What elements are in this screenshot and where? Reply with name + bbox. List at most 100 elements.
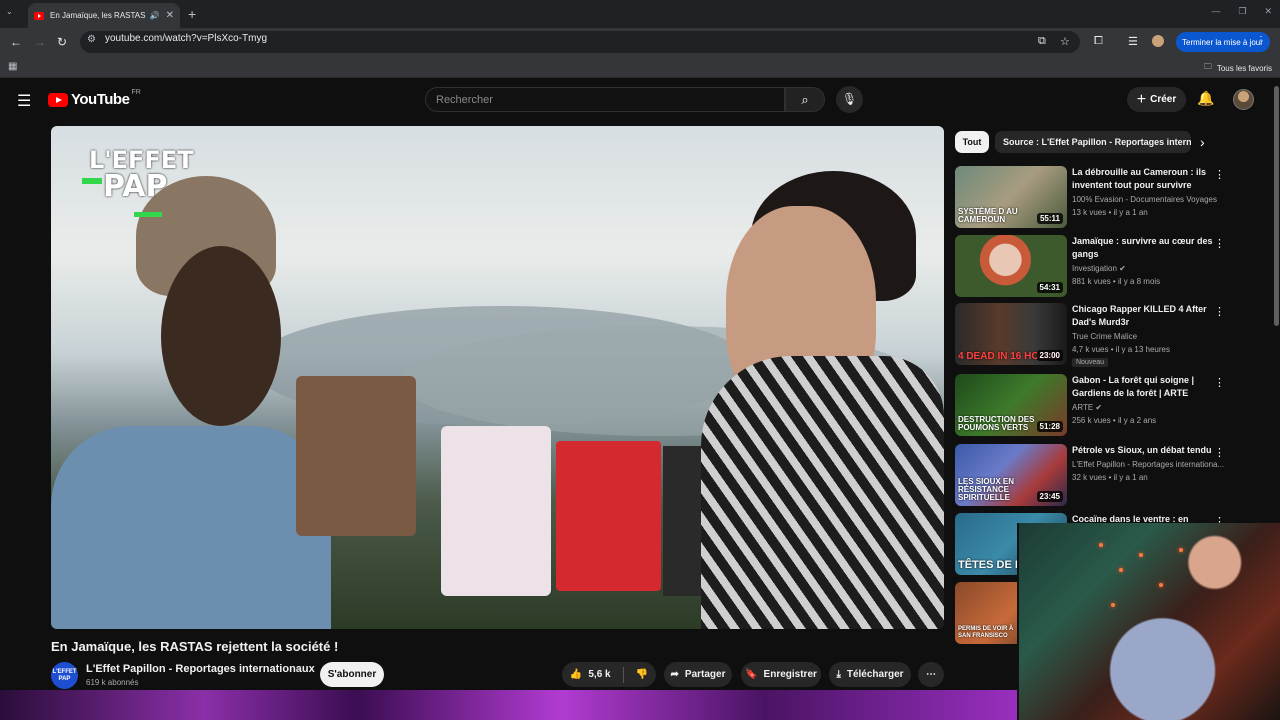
recommendation-title[interactable]: Chicago Rapper KILLED 4 After Dad's Murd… [1072, 303, 1222, 329]
minimize-icon[interactable]: — [1211, 6, 1220, 17]
download-icon: ⤓ [836, 669, 841, 680]
all-bookmarks-label: Tous les favoris [1216, 63, 1272, 73]
subscribe-button[interactable]: S'abonner [320, 662, 384, 687]
youtube-play-logo-icon [48, 92, 68, 107]
cast-icon[interactable]: ⧉ [1038, 35, 1046, 48]
browser-tab[interactable]: En Jamaïque, les RASTAS rejettent la soc… [28, 3, 180, 28]
webcam-overlay [1017, 523, 1280, 720]
hamburger-menu-icon[interactable]: ☰ [17, 91, 31, 111]
search-input[interactable]: Rechercher [425, 87, 785, 112]
save-button[interactable]: 🔖 Enregistrer [741, 662, 821, 687]
like-divider [622, 666, 624, 683]
forward-icon[interactable]: → [34, 35, 46, 49]
recommendation-item[interactable]: DESTRUCTION DES POUMONS VERTS 51:28 Gabo… [955, 374, 1265, 436]
more-actions-button[interactable]: ⋯ [918, 662, 944, 687]
create-button[interactable]: + Créer [1127, 87, 1186, 112]
share-button[interactable]: ➦ Partager [664, 662, 732, 687]
recommendation-channel[interactable]: L'Effet Papillon - Reportages internatio… [1072, 460, 1227, 469]
bookmark-icon: 🔖 [745, 669, 758, 680]
recommendation-item[interactable]: SYSTÈME D AU CAMEROUN 55:11 La débrouill… [955, 166, 1265, 228]
chevron-right-icon[interactable]: › [1200, 134, 1205, 150]
tab-title: En Jamaïque, les RASTAS rejettent la soc… [50, 11, 146, 20]
tab-search-chevron-icon[interactable]: ⌄ [6, 7, 13, 16]
new-tab-plus-icon[interactable]: + [188, 6, 196, 22]
video-title: En Jamaïque, les RASTAS rejettent la soc… [51, 639, 339, 654]
url-text[interactable]: youtube.com/watch?v=PlsXco-Tmyg [105, 33, 267, 44]
recommendation-title[interactable]: Pétrole vs Sioux, un débat tendu [1072, 444, 1222, 457]
download-label: Télécharger [846, 669, 904, 680]
more-options-icon[interactable]: ⋮ [1214, 168, 1225, 181]
like-button[interactable]: 👍 5,6 k [570, 669, 611, 680]
hanging-cloth-brown [296, 376, 416, 536]
video-player[interactable]: L'EFFET PAP [51, 126, 944, 629]
like-count: 5,6 k [588, 669, 611, 680]
channel-watermark: L'EFFET PAP [82, 148, 194, 217]
update-label: Terminer la mise à jour [1182, 37, 1263, 47]
search-button[interactable]: ⌕ [785, 87, 825, 112]
create-label: Créer [1150, 94, 1177, 105]
recommendation-item[interactable]: LES SIOUX EN RÉSISTANCE SPIRITUELLE 23:4… [955, 444, 1265, 506]
dislike-button[interactable]: 👎 [636, 669, 648, 680]
more-options-icon[interactable]: ⋮ [1214, 305, 1225, 318]
apps-grid-icon[interactable]: ▦ [8, 61, 17, 72]
maximize-icon[interactable]: ❐ [1238, 6, 1246, 17]
extensions-icon[interactable]: ⧠ [1094, 35, 1103, 48]
recommendation-channel[interactable]: True Crime Malice [1072, 332, 1227, 341]
profile-avatar-icon[interactable] [1152, 35, 1164, 47]
more-options-icon[interactable]: ⋮ [1214, 376, 1225, 389]
recommendation-meta: 13 k vues • il y a 1 an [1072, 208, 1148, 217]
recommendation-meta: 881 k vues • il y a 8 mois [1072, 277, 1161, 286]
all-bookmarks-folder[interactable]: 🗀 Tous les favoris [1204, 61, 1272, 75]
bookmark-star-icon[interactable]: ☆ [1060, 35, 1070, 48]
recommendation-item[interactable]: 54:31 Jamaïque : survivre au cœur des ga… [955, 235, 1265, 297]
notifications-bell-icon[interactable]: 🔔 [1197, 90, 1214, 107]
video-thumbnail[interactable]: LES SIOUX EN RÉSISTANCE SPIRITUELLE 23:4… [955, 444, 1067, 506]
video-thumbnail[interactable]: DESTRUCTION DES POUMONS VERTS 51:28 [955, 374, 1067, 436]
channel-avatar[interactable]: L'EFFET PAP [51, 662, 78, 689]
close-window-icon[interactable]: ✕ [1264, 6, 1272, 17]
site-info-icon[interactable]: ⚙ [87, 34, 96, 45]
youtube-favicon-icon [34, 11, 44, 20]
channel-name[interactable]: L'Effet Papillon - Reportages internatio… [86, 663, 315, 675]
thumbnail-overlay-text: DESTRUCTION DES POUMONS VERTS [958, 415, 1035, 432]
video-duration: 54:31 [1036, 282, 1063, 293]
tab-close-icon[interactable]: ✕ [166, 10, 174, 21]
reporter-patterned-shirt [701, 356, 944, 629]
video-thumbnail[interactable]: 54:31 [955, 235, 1067, 297]
bookmarks-bar [0, 56, 1280, 78]
reading-list-icon[interactable]: ☰ [1128, 35, 1138, 48]
recommendation-meta: 32 k vues • il y a 1 an [1072, 473, 1148, 482]
reload-icon[interactable]: ↻ [57, 35, 67, 49]
video-thumbnail[interactable]: 4 DEAD IN 16 HOURS 23:00 [955, 303, 1067, 365]
search-icon: ⌕ [801, 92, 809, 107]
video-thumbnail[interactable]: SYSTÈME D AU CAMEROUN 55:11 [955, 166, 1067, 228]
account-avatar[interactable] [1233, 89, 1254, 110]
voice-search-button[interactable]: 🎙 [836, 86, 863, 113]
recommendation-title[interactable]: La débrouille au Cameroun : ils inventen… [1072, 166, 1222, 192]
recommendation-channel[interactable]: ARTE ✔ [1072, 403, 1227, 412]
verified-badge-icon: ✔ [295, 664, 303, 674]
download-button[interactable]: ⤓ Télécharger [829, 662, 911, 687]
recommendation-title[interactable]: Jamaïque : survivre au cœur des gangs [1072, 235, 1222, 261]
watermark-green-bar [82, 178, 102, 184]
more-options-icon[interactable]: ⋮ [1214, 237, 1225, 250]
page-scrollbar[interactable] [1274, 86, 1279, 326]
youtube-logo[interactable]: YouTube FR [48, 89, 141, 108]
back-icon[interactable]: ← [10, 35, 22, 49]
update-browser-button[interactable]: Terminer la mise à jour ⋮ [1176, 32, 1270, 52]
fairy-light [1139, 553, 1143, 557]
recommendation-meta: 4,7 k vues • il y a 13 heures [1072, 345, 1170, 354]
browser-menu-icon[interactable]: ⋮ [1256, 35, 1266, 46]
recommendation-channel[interactable]: Investigation ✔ [1072, 264, 1227, 273]
save-label: Enregistrer [763, 669, 817, 680]
chip-all[interactable]: Tout [955, 131, 989, 153]
chip-source-channel[interactable]: Source : L'Effet Papillon - Reportages i… [995, 131, 1191, 153]
recommendation-item[interactable]: 4 DEAD IN 16 HOURS 23:00 Chicago Rapper … [955, 303, 1265, 367]
recommendation-channel[interactable]: 100% Evasion - Documentaires Voyages [1072, 195, 1227, 204]
speaker-icon[interactable]: 🔊 [150, 11, 160, 20]
more-dots-icon: ⋯ [926, 669, 936, 680]
more-options-icon[interactable]: ⋮ [1214, 446, 1225, 459]
video-duration: 23:45 [1036, 491, 1063, 502]
recommendation-title[interactable]: Gabon - La forêt qui soigne | Gardiens d… [1072, 374, 1222, 400]
fairy-light [1099, 543, 1103, 547]
